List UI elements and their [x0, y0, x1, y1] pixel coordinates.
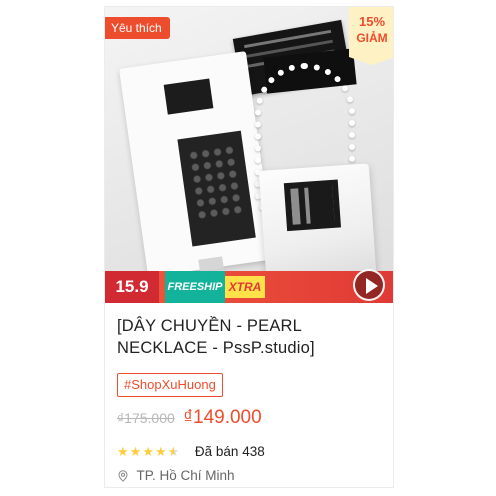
half-star-icon: ★ [167, 443, 181, 459]
original-price: ₫175.000 [117, 410, 175, 426]
product-card[interactable]: Yêu thích 15% GIẢM 15.9 FREESHIP XTRA [D… [104, 6, 394, 488]
xtra-badge: XTRA [225, 276, 265, 298]
star-icon: ★ [142, 443, 155, 459]
hashtag-tag[interactable]: #ShopXuHuong [117, 373, 223, 397]
star-icon: ★ [117, 443, 130, 459]
qr-code-image [283, 179, 342, 232]
star-rating: ★★★★★ [117, 444, 185, 459]
favorite-badge: Yêu thích [105, 17, 170, 39]
star-icon: ★ [154, 443, 168, 459]
play-icon[interactable] [353, 269, 385, 301]
sale-price: ₫149.000 [183, 407, 262, 428]
product-title[interactable]: [DÂY CHUYỀN - PEARL NECKLACE - PssP.stud… [117, 315, 387, 359]
discount-badge: 15% GIẢM [349, 7, 393, 65]
discount-percent: 15% [358, 14, 386, 29]
product-image[interactable]: Yêu thích 15% GIẢM [105, 7, 393, 303]
freeship-badge: FREESHIP [165, 271, 225, 303]
rating-row: ★★★★★ Đã bán 438 [117, 443, 265, 463]
promo-strip: 15.9 FREESHIP XTRA [105, 271, 393, 303]
discount-label: GIẢM [356, 31, 388, 45]
map-pin-icon [118, 470, 128, 482]
price-row: ₫175.000 ₫149.000 [117, 407, 262, 431]
shop-location: TP. Hồ Chí Minh [136, 468, 235, 484]
promo-date-badge: 15.9 [105, 271, 159, 303]
star-icon: ★ [129, 443, 143, 459]
sold-count: Đã bán 438 [194, 444, 265, 460]
location-row: TP. Hồ Chí Minh [117, 467, 235, 487]
